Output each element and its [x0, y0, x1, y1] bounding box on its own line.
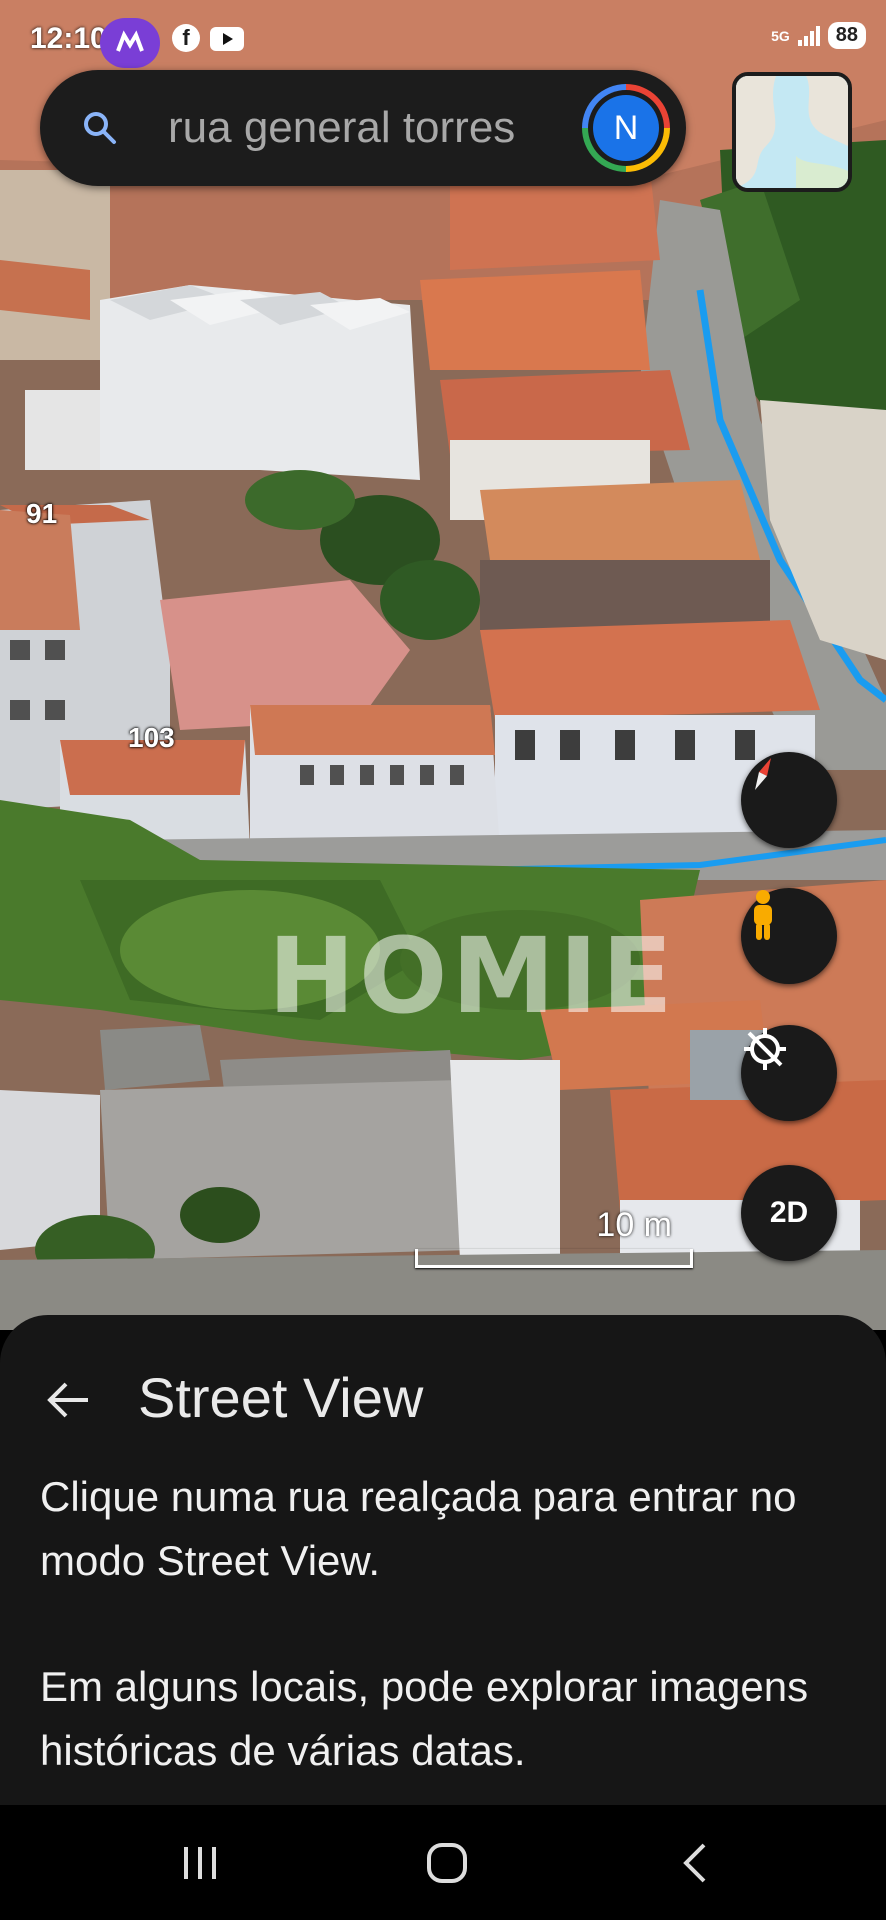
avatar: N — [588, 90, 664, 166]
status-bar: 12:10 f 5G 88 — [0, 0, 886, 70]
home-icon[interactable] — [417, 1835, 477, 1891]
recent-apps-icon[interactable] — [170, 1835, 230, 1891]
search-icon[interactable] — [80, 108, 120, 148]
layers-thumbnail-icon — [736, 76, 848, 188]
search-input[interactable]: rua general torres — [168, 100, 604, 156]
compass-icon — [755, 758, 771, 790]
youtube-icon — [210, 27, 244, 51]
map-layers-button[interactable] — [732, 72, 852, 192]
sheet-title: Street View — [138, 1366, 424, 1429]
account-avatar-button[interactable]: N — [582, 84, 670, 172]
compass-button[interactable] — [741, 752, 837, 848]
battery-indicator: 88 — [827, 22, 866, 49]
view-mode-2d-button[interactable]: 2D — [741, 1165, 837, 1261]
status-indicators: 5G 88 — [771, 22, 866, 49]
satellite-3d-imagery — [0, 0, 886, 1330]
map-view[interactable]: 91 103 HOMIE 10 m 2D — [0, 0, 886, 1330]
facebook-icon: f — [172, 24, 200, 52]
back-nav-icon[interactable] — [666, 1835, 726, 1891]
street-view-sheet: Street View Clique numa rua realçada par… — [0, 1315, 886, 1805]
messenger-icon — [100, 18, 160, 68]
street-view-pegman-button[interactable] — [741, 888, 837, 984]
network-type: 5G — [771, 27, 790, 44]
watermark: HOMIE — [268, 915, 677, 1037]
scale-bar: 10 m — [415, 1206, 693, 1268]
system-navigation-bar — [0, 1805, 886, 1920]
scale-label: 10 m — [596, 1206, 672, 1244]
scale-line — [415, 1249, 693, 1268]
location-off-icon — [744, 1028, 786, 1070]
building-number-label: 91 — [26, 498, 58, 529]
sheet-instruction-text: Clique numa rua realçada para entrar no … — [40, 1473, 797, 1584]
status-time: 12:10 — [30, 22, 107, 55]
my-location-button[interactable] — [741, 1025, 837, 1121]
signal-icon — [797, 25, 820, 46]
building-number-label: 103 — [128, 722, 175, 753]
avatar-letter: N — [593, 95, 659, 161]
sheet-history-text: Em alguns locais, pode explorar imagens … — [40, 1663, 809, 1774]
search-bar[interactable]: rua general torres N — [40, 70, 686, 186]
pegman-icon — [754, 890, 772, 940]
back-arrow-icon[interactable] — [40, 1372, 96, 1428]
